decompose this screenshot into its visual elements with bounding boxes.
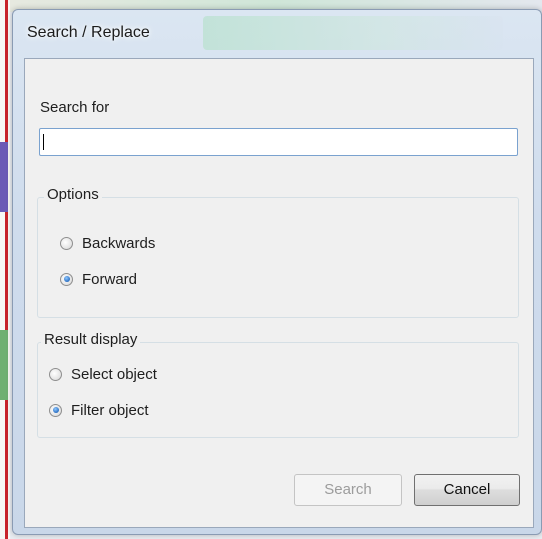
backwards-radio-label[interactable]: Backwards — [82, 235, 155, 252]
backwards-radio-button[interactable] — [60, 236, 73, 250]
filter-object-radio-option[interactable]: Filter object — [49, 400, 149, 420]
filter-object-radio-label[interactable]: Filter object — [71, 402, 149, 419]
dialog-content: Search for Options Backwards Forward Res… — [24, 58, 534, 528]
select-object-radio-option[interactable]: Select object — [49, 364, 157, 384]
search-button[interactable]: Search — [294, 474, 402, 506]
title-bar[interactable]: Search / Replace — [13, 10, 541, 58]
dialog-title: Search / Replace — [27, 24, 150, 41]
options-group-title: Options — [44, 186, 102, 203]
cancel-button[interactable]: Cancel — [414, 474, 520, 506]
text-caret — [43, 134, 44, 150]
options-groupbox — [37, 197, 519, 318]
title-bar-glow — [203, 16, 503, 50]
search-for-label: Search for — [40, 99, 110, 116]
search-replace-dialog: Search / Replace Search for Options Back… — [12, 9, 542, 535]
search-input[interactable] — [39, 128, 518, 156]
filter-object-radio-button[interactable] — [49, 403, 62, 417]
background-purple-marker — [0, 142, 8, 212]
select-object-radio-button[interactable] — [49, 367, 62, 381]
forward-radio-label[interactable]: Forward — [82, 271, 137, 288]
result-display-groupbox — [37, 342, 519, 438]
result-display-group-title: Result display — [41, 331, 141, 348]
forward-radio-option[interactable]: Forward — [60, 269, 137, 289]
background-green-marker — [0, 330, 8, 400]
background-red-line — [5, 0, 8, 539]
select-object-radio-label[interactable]: Select object — [71, 366, 157, 383]
forward-radio-button[interactable] — [60, 272, 73, 286]
backwards-radio-option[interactable]: Backwards — [60, 233, 155, 253]
